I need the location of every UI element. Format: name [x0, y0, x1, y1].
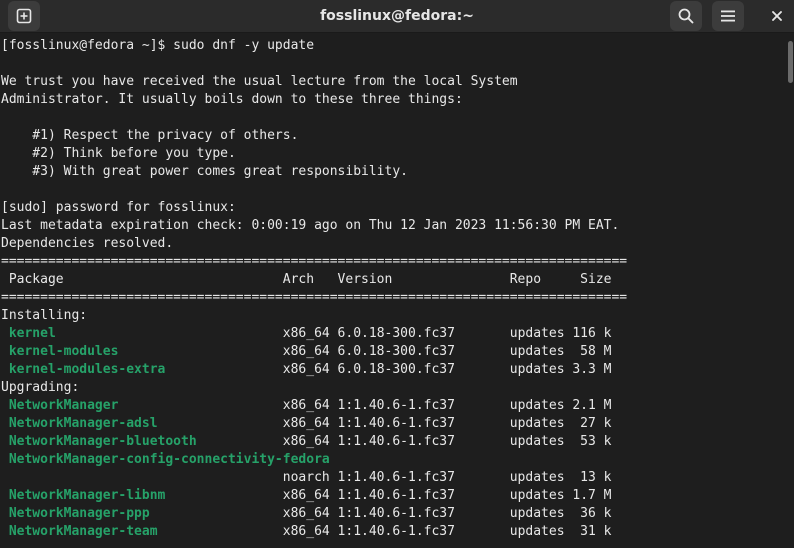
terminal-line: Dependencies resolved. — [1, 236, 174, 251]
search-button[interactable] — [670, 1, 702, 31]
search-icon — [677, 7, 695, 25]
terminal-line: kernel-modules-extra x86_64 6.0.18-300.f… — [1, 361, 612, 379]
close-icon — [771, 10, 783, 22]
terminal-line: NetworkManager-team x86_64 1:1.40.6-1.fc… — [1, 523, 612, 541]
package-details: x86_64 1:1.40.6-1.fc37 updates 27 k — [157, 416, 612, 431]
package-name: NetworkManager-libnm — [1, 488, 166, 503]
new-tab-icon — [16, 8, 32, 24]
terminal-line: noarch 1:1.40.6-1.fc37 updates 13 k — [1, 470, 612, 485]
scrollbar-thumb[interactable] — [788, 41, 793, 83]
close-button[interactable] — [761, 1, 793, 31]
package-details: x86_64 1:1.40.6-1.fc37 updates 1.7 M — [165, 488, 612, 503]
terminal-line: #1) Respect the privacy of others. — [1, 128, 299, 143]
package-name: NetworkManager-team — [1, 524, 158, 539]
terminal-line: Administrator. It usually boils down to … — [1, 92, 463, 107]
package-details: x86_64 6.0.18-300.fc37 updates 3.3 M — [165, 362, 612, 377]
terminal-line: ========================================… — [1, 254, 628, 269]
package-details: x86_64 1:1.40.6-1.fc37 updates 31 k — [157, 524, 612, 539]
title-bar: fosslinux@fedora:~ — [0, 0, 794, 33]
terminal-line: kernel x86_64 6.0.18-300.fc37 updates 11… — [1, 325, 612, 343]
menu-button[interactable] — [712, 1, 744, 31]
terminal-line: NetworkManager x86_64 1:1.40.6-1.fc37 up… — [1, 397, 612, 415]
package-name: kernel — [1, 326, 56, 341]
terminal-line: NetworkManager-libnm x86_64 1:1.40.6-1.f… — [1, 487, 612, 505]
terminal-line: Upgrading: — [1, 380, 80, 395]
terminal-line: kernel-modules x86_64 6.0.18-300.fc37 up… — [1, 343, 612, 361]
terminal-line: #2) Think before you type. — [1, 146, 236, 161]
terminal-line: NetworkManager-config-connectivity-fedor… — [1, 451, 330, 469]
package-details: x86_64 1:1.40.6-1.fc37 updates 2.1 M — [118, 398, 612, 413]
package-name: NetworkManager — [1, 398, 119, 413]
terminal-line: We trust you have received the usual lec… — [1, 74, 518, 89]
terminal-window: fosslinux@fedora:~ [fosslinux@fedora ~]$… — [0, 0, 794, 548]
terminal-line: Last metadata expiration check: 0:00:19 … — [1, 218, 620, 233]
terminal-line: ========================================… — [1, 290, 628, 305]
package-name: NetworkManager-adsl — [1, 416, 158, 431]
new-tab-button[interactable] — [8, 1, 40, 31]
terminal-line: [fosslinux@fedora ~]$ sudo dnf -y update — [1, 38, 315, 53]
package-name: kernel-modules-extra — [1, 362, 166, 377]
package-name: NetworkManager-bluetooth — [1, 434, 197, 449]
terminal-line: #3) With great power comes great respons… — [1, 164, 408, 179]
scrollbar[interactable] — [787, 33, 794, 548]
terminal-line: [sudo] password for fosslinux: — [1, 200, 236, 215]
terminal-line: Installing: — [1, 308, 88, 323]
package-name: NetworkManager-ppp — [1, 506, 150, 521]
package-name: NetworkManager-config-connectivity-fedor… — [1, 452, 330, 467]
terminal-line: NetworkManager-adsl x86_64 1:1.40.6-1.fc… — [1, 415, 612, 433]
package-details: x86_64 6.0.18-300.fc37 updates 58 M — [118, 344, 612, 359]
package-name: kernel-modules — [1, 344, 119, 359]
terminal-output[interactable]: [fosslinux@fedora ~]$ sudo dnf -y update… — [0, 33, 786, 548]
terminal-line: NetworkManager-ppp x86_64 1:1.40.6-1.fc3… — [1, 505, 612, 523]
terminal-line: Package Arch Version Repo Size — [1, 272, 612, 287]
package-details: x86_64 6.0.18-300.fc37 updates 116 k — [55, 326, 612, 341]
terminal-line: NetworkManager-bluetooth x86_64 1:1.40.6… — [1, 433, 612, 451]
package-details: x86_64 1:1.40.6-1.fc37 updates 53 k — [196, 434, 612, 449]
hamburger-menu-icon — [720, 9, 736, 23]
package-details: x86_64 1:1.40.6-1.fc37 updates 36 k — [149, 506, 612, 521]
